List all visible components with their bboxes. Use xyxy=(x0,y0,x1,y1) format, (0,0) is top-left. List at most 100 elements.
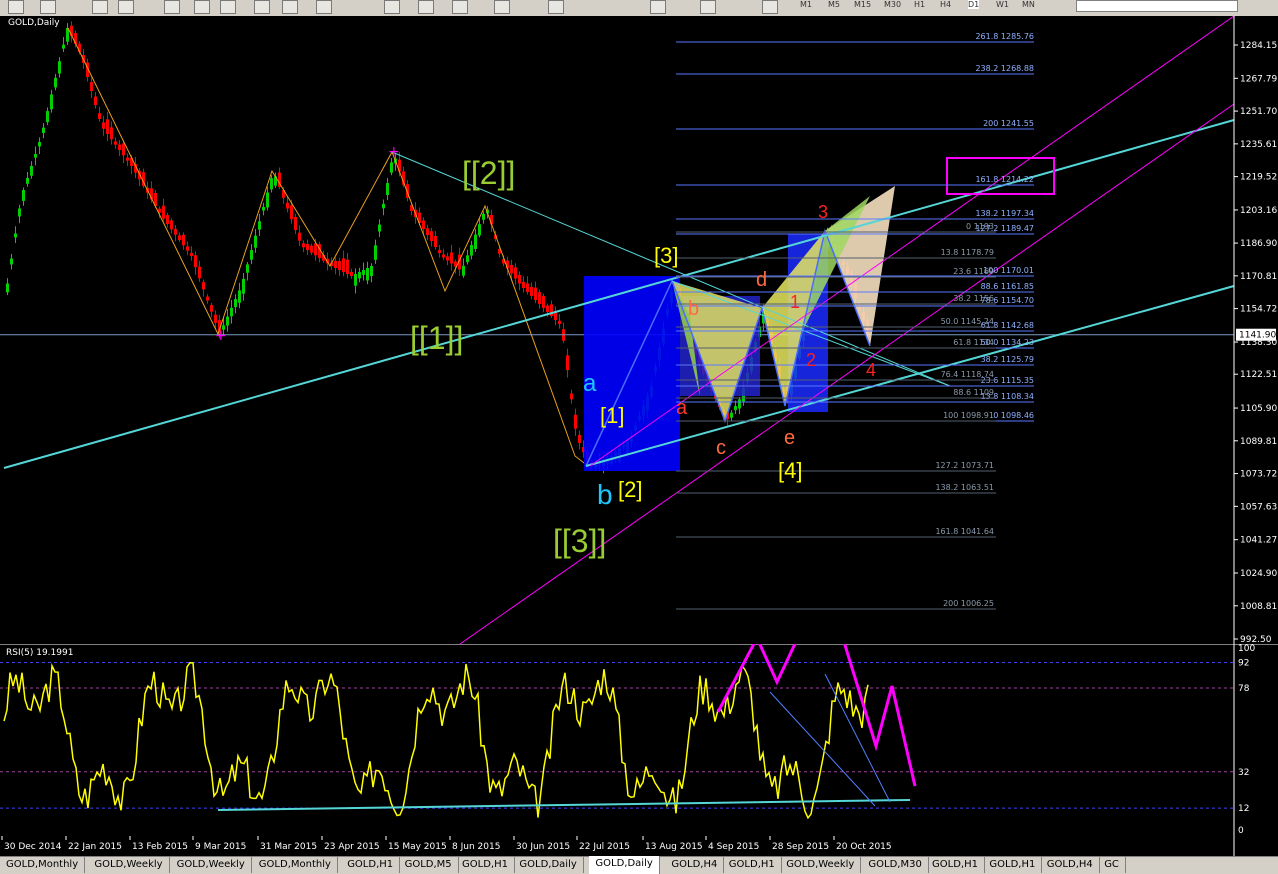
chart-tab[interactable]: GOLD,H4 xyxy=(1041,857,1100,873)
candle-body xyxy=(446,256,449,261)
navigator-icon[interactable] xyxy=(40,0,56,14)
arrow-icon[interactable] xyxy=(762,0,778,14)
zoom-out-icon[interactable] xyxy=(282,0,298,14)
price-tick-label: 992.50 xyxy=(1240,635,1272,644)
date-tick-label: 31 Mar 2015 xyxy=(260,842,317,852)
tf-w1[interactable]: W1 xyxy=(996,0,1009,9)
price-tick-label: 1219.52 xyxy=(1240,173,1277,183)
candle-body xyxy=(250,250,253,260)
date-tick-label: 13 Aug 2015 xyxy=(645,842,703,852)
candle-body xyxy=(286,202,289,209)
chart-tab[interactable]: GOLD,Weekly xyxy=(88,857,170,873)
save-icon[interactable] xyxy=(118,0,134,14)
fib-dim-label: 38.2 1156 xyxy=(953,294,994,303)
fib-dim-label: 0 1193 xyxy=(966,222,994,231)
candle-body xyxy=(182,234,185,246)
candle-body xyxy=(434,236,437,247)
tf-m5[interactable]: M5 xyxy=(828,0,840,9)
price-tick-label: 1284.15 xyxy=(1240,41,1277,51)
rsi-level-label: 100 xyxy=(1238,644,1255,654)
candle-body xyxy=(450,252,453,264)
rsi-panel[interactable]: 100 92 78 32 12 0 30 Dec 2014 22 Jan 2015 13 Feb… xyxy=(0,644,1278,856)
search-box[interactable] xyxy=(1076,0,1238,12)
candle-body xyxy=(482,213,485,220)
chart-tab[interactable]: GOLD,H1 xyxy=(723,857,782,873)
candle-body xyxy=(466,255,469,263)
candle-body xyxy=(266,192,269,208)
price-tick-label: 1024.90 xyxy=(1240,569,1277,579)
date-tick-label: 22 Jul 2015 xyxy=(579,842,630,852)
chart-tab[interactable]: GOLD,Daily xyxy=(513,857,584,873)
date-tick-label: 9 Mar 2015 xyxy=(195,842,246,852)
period-separator-icon[interactable] xyxy=(220,0,236,14)
wave-label-r2: 2 xyxy=(806,350,816,370)
candle-body xyxy=(386,183,389,196)
candle-body xyxy=(470,245,473,256)
wave-label-r4: 4 xyxy=(866,360,876,380)
indicators-icon[interactable] xyxy=(384,0,400,14)
chart-tab[interactable]: GOLD,Weekly xyxy=(171,857,252,873)
chart-tab[interactable]: GOLD,H1 xyxy=(341,857,401,873)
tf-h1[interactable]: H1 xyxy=(914,0,925,9)
candle-body xyxy=(126,157,129,161)
candle-body xyxy=(50,94,53,110)
candle-body xyxy=(298,232,301,241)
candle-body xyxy=(98,113,101,119)
price-tick-label: 1008.81 xyxy=(1240,602,1277,612)
candle-body xyxy=(62,44,65,49)
fibo-icon[interactable] xyxy=(650,0,666,14)
grid-icon[interactable] xyxy=(194,0,210,14)
chart-tab[interactable]: GOLD,Weekly xyxy=(780,857,862,873)
tile-icon[interactable] xyxy=(316,0,332,14)
chart-tab[interactable]: GOLD,Daily xyxy=(589,856,660,874)
chart-tab[interactable]: GOLD,H1 xyxy=(983,857,1043,873)
chart-tab[interactable]: GOLD,Monthly xyxy=(0,857,86,873)
chart-tab[interactable]: GOLD,H4 xyxy=(665,857,725,873)
candle-body xyxy=(234,299,237,308)
wave-label-s2: [2] xyxy=(618,477,642,502)
text-icon[interactable] xyxy=(700,0,716,14)
tf-h4[interactable]: H4 xyxy=(940,0,951,9)
templates-icon[interactable] xyxy=(452,0,468,14)
toolbar: M1 M5 M15 M30 H1 H4 D1 W1 MN xyxy=(0,0,1278,17)
chart-tab[interactable]: GC xyxy=(1098,857,1126,873)
price-tick-label: 1122.51 xyxy=(1240,370,1277,380)
candle-body xyxy=(306,243,309,250)
favorites-icon[interactable] xyxy=(92,0,108,14)
chart-tab[interactable]: GOLD,Monthly xyxy=(253,857,338,873)
candle-body xyxy=(18,208,21,217)
price-chart[interactable]: + +261.8 1285.76 238.2 1268.88 200 1241.55 1… xyxy=(0,16,1278,644)
zoom-in-icon[interactable] xyxy=(254,0,270,14)
tf-m1[interactable]: M1 xyxy=(800,0,812,9)
chart-tab[interactable]: GOLD,H1 xyxy=(456,857,515,873)
candle-body xyxy=(526,283,529,292)
rsi-level-label: 12 xyxy=(1238,804,1249,814)
candle-body xyxy=(194,255,197,268)
chart-tab[interactable]: GOLD,M5 xyxy=(399,857,459,873)
candle-body xyxy=(226,316,229,326)
candle-body xyxy=(358,272,361,279)
candle-body xyxy=(442,254,445,258)
candle-body xyxy=(34,154,37,158)
candle-body xyxy=(202,282,205,290)
trendline-icon[interactable] xyxy=(548,0,564,14)
tf-mn[interactable]: MN xyxy=(1022,0,1035,9)
refresh-icon[interactable] xyxy=(418,0,434,14)
tf-m15[interactable]: M15 xyxy=(854,0,871,9)
rsi-title: RSI(5) 19.1991 xyxy=(6,648,74,658)
fib-level-label: 88.6 1161.85 xyxy=(981,282,1034,291)
crosshair-icon[interactable] xyxy=(164,0,180,14)
cursor-icon[interactable] xyxy=(494,0,510,14)
candle-body xyxy=(350,271,353,276)
tf-m30[interactable]: M30 xyxy=(884,0,901,9)
rsi-background xyxy=(0,644,1278,856)
chart-tab[interactable]: GOLD,H1 xyxy=(926,857,985,873)
candle-body xyxy=(730,412,733,418)
candle-body xyxy=(366,268,369,281)
candle-body xyxy=(22,190,25,201)
chart-tab[interactable]: GOLD,M30 xyxy=(862,857,929,873)
date-tick-label: 28 Sep 2015 xyxy=(772,842,829,852)
new-order-icon[interactable] xyxy=(8,0,24,14)
price-tick-label: 1154.72 xyxy=(1240,305,1277,315)
tf-d1[interactable]: D1 xyxy=(968,0,980,9)
